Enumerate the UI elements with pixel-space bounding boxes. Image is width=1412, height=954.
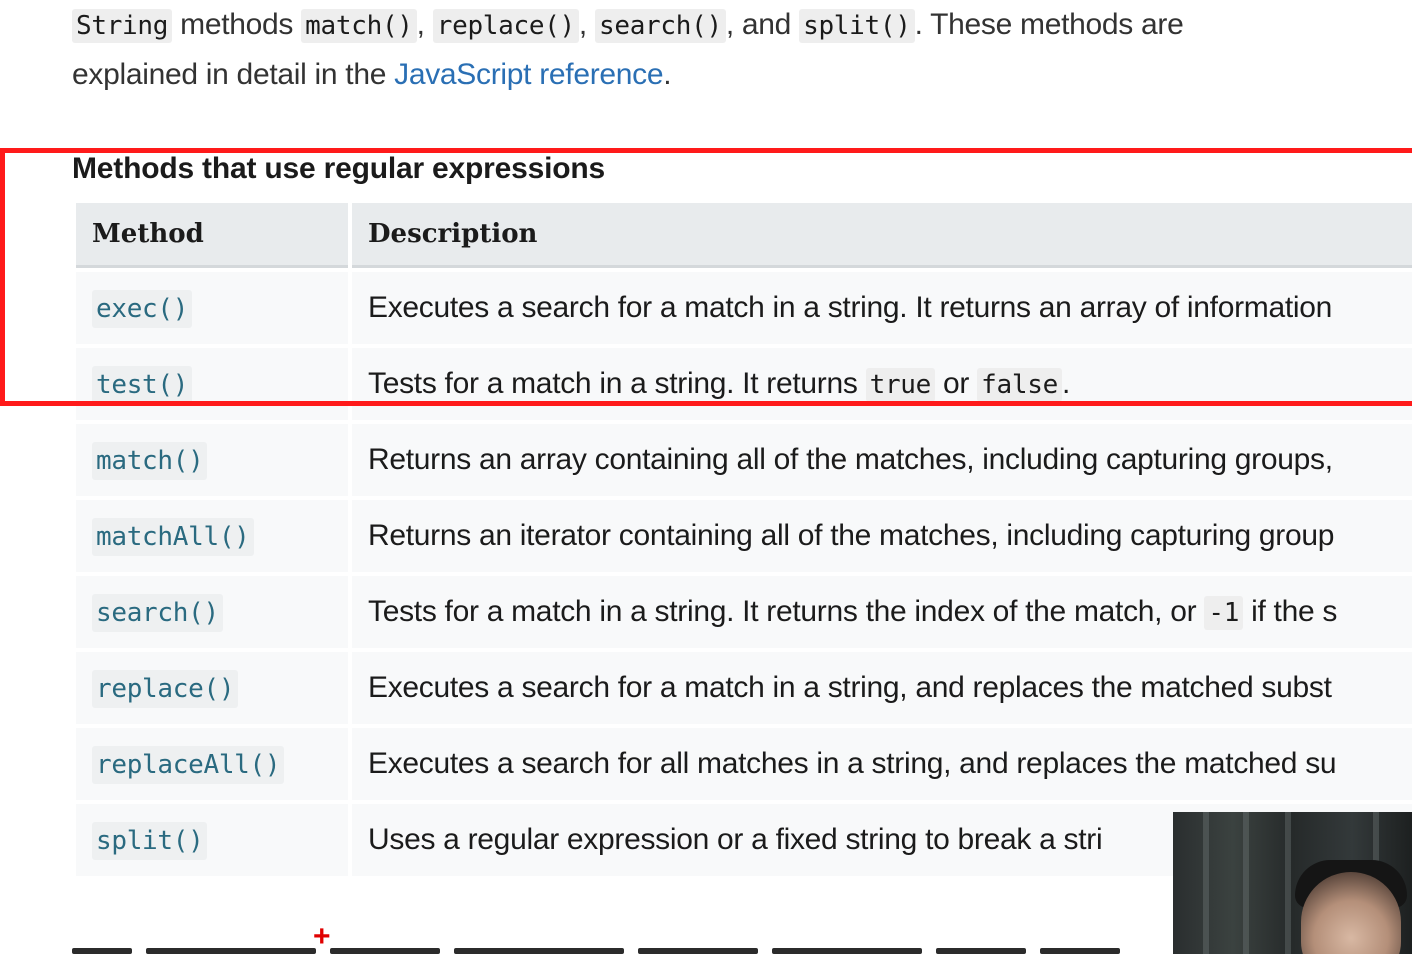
method-cell: replace(): [76, 652, 348, 724]
description-text: if the s: [1243, 595, 1338, 628]
description-cell: Returns an iterator containing all of th…: [352, 500, 1412, 572]
table-row: test() Tests for a match in a string. It…: [76, 348, 1412, 420]
column-header-method: Method: [76, 203, 348, 268]
table-row: exec() Executes a search for a match in …: [76, 272, 1412, 344]
column-header-description: Description: [352, 203, 1412, 268]
webcam-overlay: [1173, 812, 1412, 954]
description-text: .: [1061, 367, 1070, 400]
intro-text: ,: [416, 8, 433, 41]
description-cell: Executes a search for all matches in a s…: [352, 728, 1412, 800]
method-link-split[interactable]: split(): [92, 822, 208, 860]
intro-text: methods: [172, 8, 302, 41]
table-row: replace() Executes a search for a match …: [76, 652, 1412, 724]
method-cell: matchAll(): [76, 500, 348, 572]
inline-code-true: true: [865, 368, 936, 402]
method-cell: replaceAll(): [76, 728, 348, 800]
description-cell: Executes a search for a match in a strin…: [352, 272, 1412, 344]
intro-text: .: [663, 58, 672, 91]
method-link-matchall[interactable]: matchAll(): [92, 518, 254, 556]
method-cell: match(): [76, 424, 348, 496]
inline-code-string: String: [72, 9, 173, 43]
table-row: replaceAll() Executes a search for all m…: [76, 728, 1412, 800]
description-text: Tests for a match in a string. It return…: [368, 367, 866, 400]
intro-text: ,: [578, 8, 595, 41]
method-link-search[interactable]: search(): [92, 594, 223, 632]
crosshair-cursor-icon: +: [313, 920, 331, 953]
table-caption: Methods that use regular expressions: [72, 152, 605, 185]
intro-text: explained in detail in the: [72, 58, 395, 91]
javascript-reference-link[interactable]: JavaScript reference: [394, 58, 663, 91]
inline-code-false: false: [977, 368, 1062, 402]
intro-paragraph: String methods match(), replace(), searc…: [72, 0, 1412, 100]
method-link-test[interactable]: test(): [92, 366, 193, 404]
method-link-replaceall[interactable]: replaceAll(): [92, 746, 285, 784]
description-text: Tests for a match in a string. It return…: [368, 595, 1205, 628]
table-header-row: Method Description: [76, 203, 1412, 268]
inline-code-match: match(): [301, 9, 417, 43]
intro-text: , and: [725, 8, 800, 41]
regex-methods-table: Method Description exec() Executes a sea…: [72, 199, 1412, 880]
intro-line-1: String methods match(), replace(), searc…: [72, 0, 1412, 50]
method-link-exec[interactable]: exec(): [92, 290, 193, 328]
inline-code-split: split(): [799, 9, 915, 43]
intro-line-2: explained in detail in the JavaScript re…: [72, 50, 1412, 100]
inline-code-replace: replace(): [432, 9, 579, 43]
method-cell: split(): [76, 804, 348, 876]
intro-text: . These methods are: [914, 8, 1184, 41]
page: String methods match(), replace(), searc…: [0, 0, 1412, 954]
description-cell: Executes a search for a match in a strin…: [352, 652, 1412, 724]
table-row: matchAll() Returns an iterator containin…: [76, 500, 1412, 572]
table-row: match() Returns an array containing all …: [76, 424, 1412, 496]
inline-code-search: search(): [595, 9, 726, 43]
description-cell: Tests for a match in a string. It return…: [352, 348, 1412, 420]
table-row: search() Tests for a match in a string. …: [76, 576, 1412, 648]
inline-code-minus-one: -1: [1204, 596, 1244, 630]
cut-off-text-line: [72, 936, 1172, 954]
method-link-replace[interactable]: replace(): [92, 670, 239, 708]
method-link-match[interactable]: match(): [92, 442, 208, 480]
method-cell: search(): [76, 576, 348, 648]
description-text: or: [935, 367, 978, 400]
description-cell: Tests for a match in a string. It return…: [352, 576, 1412, 648]
method-cell: test(): [76, 348, 348, 420]
method-cell: exec(): [76, 272, 348, 344]
description-cell: Returns an array containing all of the m…: [352, 424, 1412, 496]
